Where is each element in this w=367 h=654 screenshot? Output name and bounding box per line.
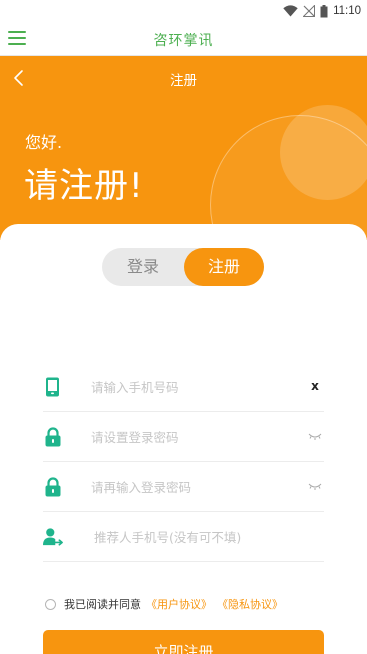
lock-icon xyxy=(45,427,61,447)
hero-banner: 您好. 请注册! xyxy=(0,100,367,240)
agreement-text: 我已阅读并同意 xyxy=(64,598,141,611)
confirm-password-input[interactable] xyxy=(91,462,291,512)
status-bar: 11:10 xyxy=(0,0,367,22)
referrer-row xyxy=(43,512,324,562)
lock-icon xyxy=(45,477,61,497)
phone-input[interactable] xyxy=(91,362,291,412)
eye-closed-icon[interactable] xyxy=(308,431,322,441)
battery-icon xyxy=(320,4,328,17)
privacy-agreement-link[interactable]: 《隐私协议》 xyxy=(217,596,283,612)
eye-closed-icon[interactable] xyxy=(308,481,322,491)
login-register-toggle: 登录 注册 xyxy=(102,248,264,286)
password-input[interactable] xyxy=(91,412,291,462)
clear-button[interactable]: x xyxy=(308,379,322,393)
tab-login[interactable]: 登录 xyxy=(102,248,184,286)
referrer-phone-input[interactable] xyxy=(94,512,314,562)
register-card: 登录 注册 x xyxy=(0,224,367,654)
hero-greeting: 您好. xyxy=(25,133,63,152)
confirm-password-row xyxy=(43,462,324,512)
nav-title: 注册 xyxy=(170,73,197,89)
nav-bar: 注册 xyxy=(0,56,367,100)
decorative-circle-small xyxy=(280,105,367,200)
password-row xyxy=(43,412,324,462)
status-time: 11:10 xyxy=(333,5,361,17)
hero-title: 请注册! xyxy=(24,166,144,206)
wifi-icon xyxy=(283,5,298,17)
app-header: 咨环掌讯 xyxy=(0,22,367,56)
app-title: 咨环掌讯 xyxy=(153,33,214,49)
phone-row: x xyxy=(43,362,324,412)
status-icons: 11:10 xyxy=(283,3,361,19)
user-transfer-icon xyxy=(43,528,63,546)
tab-register[interactable]: 注册 xyxy=(184,248,264,286)
user-agreement-link[interactable]: 《用户协议》 xyxy=(146,596,212,612)
agreement-checkbox[interactable] xyxy=(45,598,56,610)
signal-off-icon xyxy=(303,5,316,17)
phone-icon xyxy=(46,377,59,397)
register-button[interactable]: 立即注册 xyxy=(43,630,324,654)
agreement-row: 我已阅读并同意 《用户协议》 《隐私协议》 xyxy=(45,596,283,612)
